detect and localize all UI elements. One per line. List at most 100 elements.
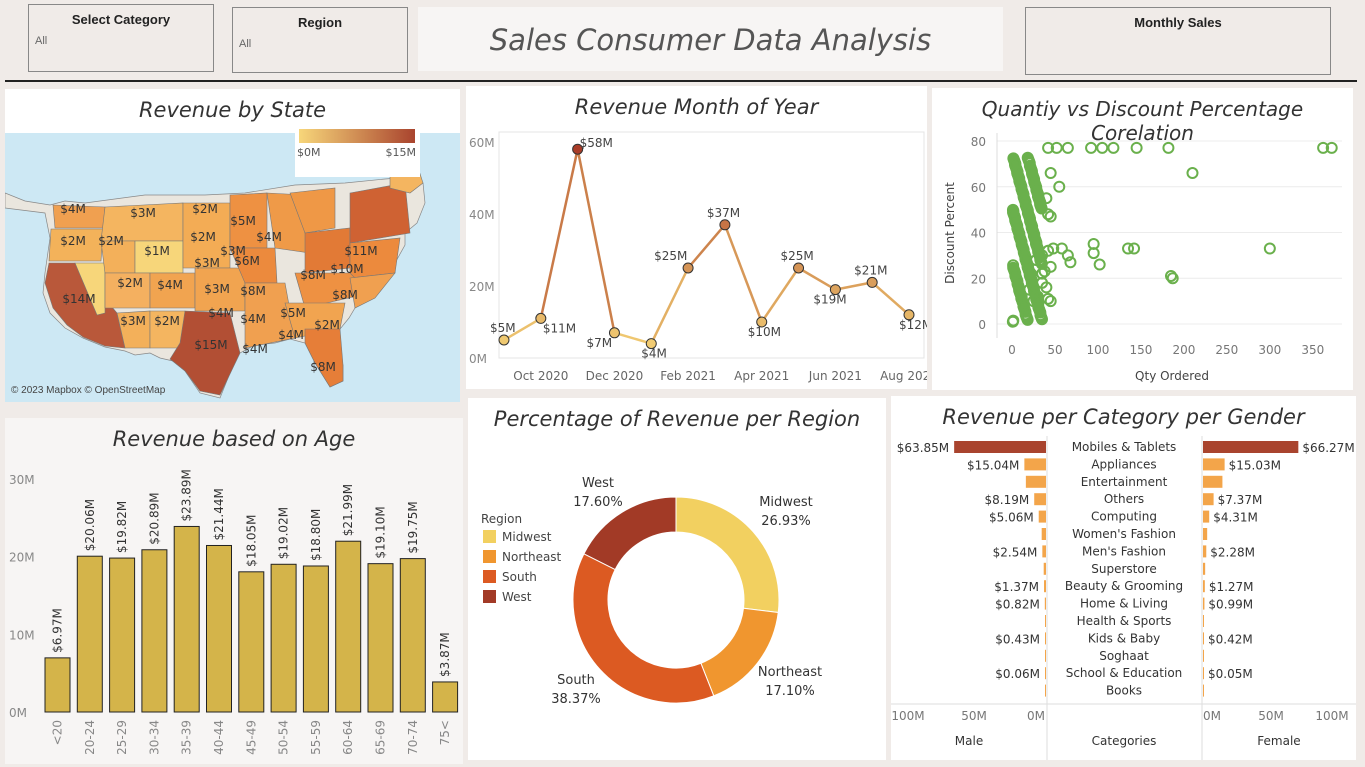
line-segment	[797, 266, 836, 291]
female-bar	[1203, 475, 1223, 488]
scatter-y-label: Discount Percent	[943, 182, 957, 284]
scatter-point	[1044, 295, 1057, 308]
scatter-x-tick: 350	[1301, 343, 1324, 357]
male-bar-label: $0.06M	[995, 667, 1040, 681]
age-y-tick: 10M	[9, 628, 35, 642]
title-banner: Sales Consumer Data Analysis	[418, 7, 1003, 71]
female-bar	[1203, 528, 1208, 540]
scatter-x-tick: 300	[1258, 343, 1281, 357]
age-bar	[335, 540, 362, 713]
scatter-chart[interactable]: 8060402000 50 100 150 200 250 300 350Discount P…	[932, 128, 1353, 390]
categories-column-label: Categories	[1092, 734, 1157, 748]
age-x-tick: 60-64	[341, 720, 355, 755]
age-x-tick: 20-24	[83, 720, 97, 755]
region-legend-label: Midwest	[502, 530, 552, 544]
female-bar	[1203, 458, 1225, 471]
monthly-sales-filter[interactable]: Monthly Sales	[1025, 7, 1331, 75]
female-bar	[1203, 493, 1214, 506]
line-segment	[539, 148, 579, 319]
map-state-label: $4M	[240, 312, 266, 326]
region-donut-chart[interactable]: Midwest 26.93% Northeast 17.10% South 38.37% W…	[468, 443, 886, 758]
line-point-label: $10M	[748, 325, 781, 339]
line-segment	[687, 223, 726, 269]
line-segment	[871, 281, 910, 316]
male-bar-label: $63.85M	[897, 441, 949, 455]
scatter-y-tick: 20	[971, 272, 986, 286]
category-gender-chart[interactable]: Mobiles & Tablets $63.85M $66.27M Appliance…	[891, 436, 1356, 760]
female-bar-label: $4.31M	[1213, 511, 1258, 525]
age-y-tick: 30M	[9, 473, 35, 487]
category-label: Appliances	[1091, 457, 1156, 471]
map-state-label: $8M	[240, 284, 266, 298]
female-bar	[1203, 510, 1210, 523]
category-label: Mobiles & Tablets	[1072, 440, 1177, 454]
line-segment	[614, 331, 652, 345]
category-label: Women's Fashion	[1072, 527, 1176, 541]
female-axis-tick: 100M	[1315, 709, 1348, 723]
age-chart-title: Revenue based on Age	[112, 427, 356, 451]
age-bar-label: $20.89M	[147, 492, 161, 544]
category-label: Superstore	[1091, 562, 1157, 576]
region-legend-swatch	[483, 570, 496, 583]
age-bar	[302, 565, 329, 713]
female-bar	[1203, 649, 1204, 662]
male-bar-label: $8.19M	[984, 493, 1029, 507]
category-filter[interactable]: Select Category All	[28, 4, 214, 72]
map-state-label: $2M	[314, 318, 340, 332]
female-bar-label: $66.27M	[1302, 441, 1354, 455]
age-bar	[238, 571, 265, 713]
region-filter[interactable]: Region All	[232, 7, 408, 73]
category-label: Entertainment	[1081, 475, 1168, 489]
scatter-panel: Quantiy vs Discount Percentage Corelatio…	[932, 88, 1353, 390]
female-bar	[1203, 632, 1204, 645]
map-state-label: $2M	[192, 202, 218, 216]
donut-slice-name: West	[582, 476, 614, 491]
donut-slice-percent: 17.60%	[573, 495, 623, 510]
line-x-tick: Jun 2021	[808, 369, 862, 383]
age-chart[interactable]: 30M 20M 10M 0M $6.97M <20 $20.06M 20-24 $19.82M 2…	[5, 454, 463, 764]
age-bar-label: $21.99M	[341, 484, 355, 536]
female-bar-label: $0.42M	[1208, 632, 1253, 646]
male-bar-label: $2.54M	[993, 545, 1038, 559]
region-filter-value[interactable]: All	[239, 38, 251, 50]
line-segment	[576, 148, 616, 334]
female-bar	[1203, 441, 1299, 453]
age-bar-label: $3.87M	[438, 632, 452, 677]
category-gender-panel: Revenue per Category per Gender Mobiles …	[891, 396, 1356, 760]
line-segment	[723, 224, 763, 323]
male-bar	[1038, 510, 1046, 523]
category-filter-value[interactable]: All	[35, 35, 47, 47]
line-point-label: $58M	[580, 136, 613, 150]
age-bar-label: $18.80M	[309, 509, 323, 561]
line-point-label: $21M	[854, 263, 887, 277]
age-panel: Revenue based on Age 30M 20M 10M 0M $6.97M <2…	[5, 418, 463, 764]
female-bar-label: $2.28M	[1210, 545, 1255, 559]
line-segment	[760, 267, 800, 323]
category-chart-title: Revenue per Category per Gender	[942, 405, 1305, 429]
age-bar-label: $6.97M	[51, 608, 65, 653]
map-state-label: $5M	[280, 306, 306, 320]
female-bar	[1203, 597, 1205, 610]
line-point-label: $4M	[641, 347, 667, 361]
age-x-tick: 40-44	[212, 720, 226, 755]
state-ny-pa	[349, 182, 411, 244]
line-chart[interactable]: 60M 40M 20M 0M $5M $11M $58M $7M $4M $25M $37M $10M…	[466, 129, 927, 389]
region-legend-label: South	[502, 570, 537, 584]
scatter-point	[1096, 141, 1109, 154]
line-point-label: $11M	[543, 321, 576, 335]
scatter-x-tick: 100	[1086, 343, 1109, 357]
region-legend-label: West	[502, 590, 532, 604]
line-point-label: $37M	[707, 206, 740, 220]
male-bar	[1025, 475, 1046, 488]
line-x-tick: Oct 2020	[513, 369, 568, 383]
female-column-label: Female	[1257, 734, 1300, 748]
male-bar	[1045, 615, 1046, 627]
map-title: Revenue by State	[138, 98, 327, 122]
age-bar	[44, 657, 71, 713]
age-bar	[270, 563, 297, 713]
scatter-point	[1085, 141, 1098, 154]
map-state-label: $3M	[204, 282, 230, 296]
male-axis-tick: 50M	[961, 709, 987, 723]
donut-slice-name: Midwest	[759, 495, 813, 510]
age-bar-label: $18.05M	[244, 514, 258, 566]
